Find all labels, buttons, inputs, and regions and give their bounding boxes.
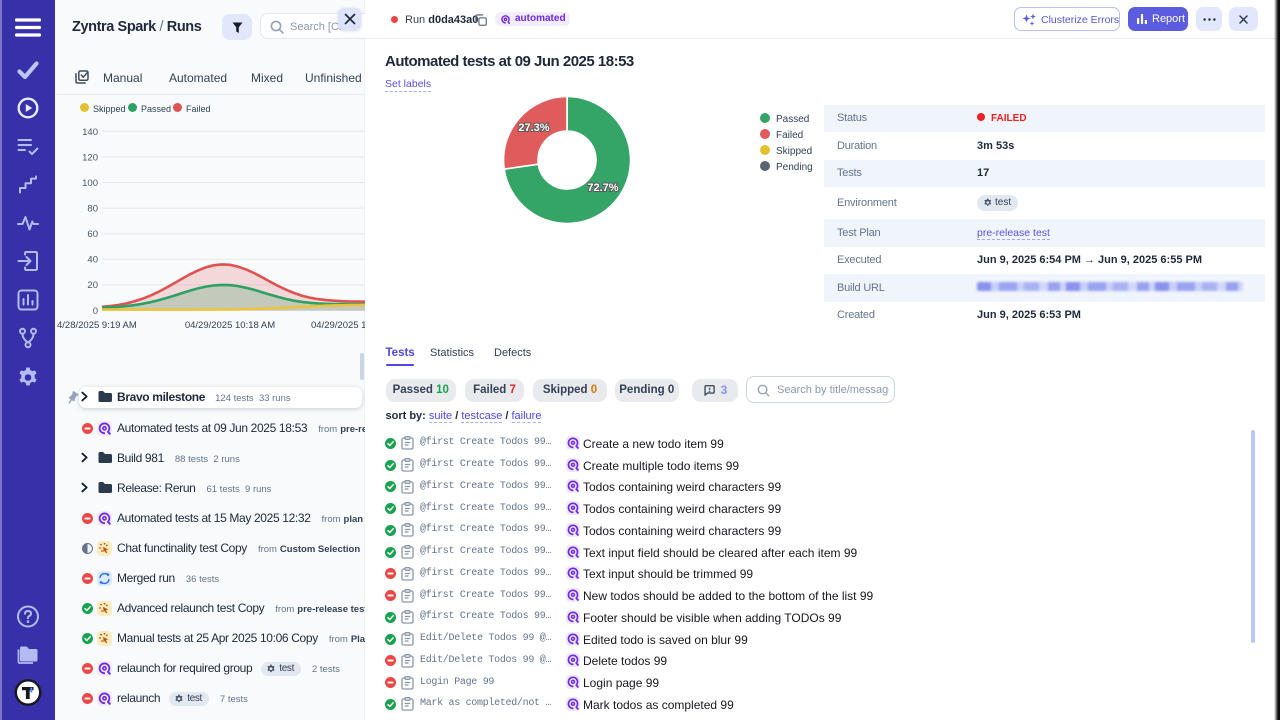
svg-text:72.7%: 72.7%	[587, 182, 618, 194]
svg-text:27.3%: 27.3%	[518, 122, 549, 134]
